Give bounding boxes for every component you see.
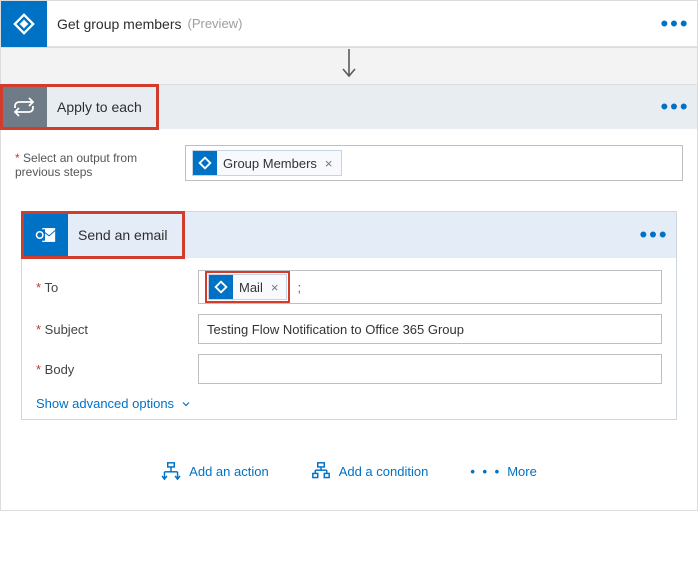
more-actions-button[interactable]: • • • More	[470, 464, 537, 479]
apply-to-each-title: Apply to each	[57, 99, 142, 115]
apply-to-each-header[interactable]: Apply to each •••	[1, 85, 697, 129]
select-output-input[interactable]: Group Members ×	[185, 145, 683, 181]
action-menu-button[interactable]: •••	[653, 11, 697, 37]
action-card-send-email: Send an email ••• * To	[21, 211, 677, 420]
token-mail[interactable]: Mail ×	[208, 274, 287, 300]
action-header[interactable]: Get group members (Preview) •••	[1, 1, 697, 47]
show-advanced-options-link[interactable]: Show advanced options	[36, 396, 192, 411]
apply-to-each-container: Apply to each ••• * Select an output fro…	[0, 84, 698, 511]
remove-token-icon[interactable]: ×	[323, 156, 335, 171]
ellipsis-icon: • • •	[470, 464, 501, 479]
send-email-title: Send an email	[78, 227, 168, 243]
to-input[interactable]: Mail × ;	[198, 270, 662, 304]
token-group-members[interactable]: Group Members ×	[192, 150, 342, 176]
action-title: Get group members	[57, 16, 182, 32]
outlook-icon	[22, 212, 68, 258]
azure-ad-icon	[1, 1, 47, 47]
chevron-down-icon	[180, 398, 192, 410]
loop-icon	[1, 84, 47, 130]
add-action-button[interactable]: Add an action	[161, 462, 269, 480]
body-input[interactable]	[198, 354, 662, 384]
send-email-menu-button[interactable]: •••	[632, 222, 676, 248]
apply-to-each-menu-button[interactable]: •••	[653, 94, 697, 120]
preview-label: (Preview)	[188, 16, 243, 31]
select-output-label: * Select an output from previous steps	[15, 145, 173, 179]
action-card-get-group-members: Get group members (Preview) •••	[0, 0, 698, 48]
to-label: * To	[36, 280, 186, 295]
add-action-icon	[161, 462, 181, 480]
remove-token-icon[interactable]: ×	[269, 280, 281, 295]
connector-arrow	[0, 48, 698, 84]
subject-input[interactable]: Testing Flow Notification to Office 365 …	[198, 314, 662, 344]
separator: ;	[294, 280, 301, 295]
add-condition-button[interactable]: Add a condition	[311, 462, 429, 480]
add-condition-icon	[311, 462, 331, 480]
body-label: * Body	[36, 362, 186, 377]
azure-ad-icon	[209, 275, 233, 299]
subject-label: * Subject	[36, 322, 186, 337]
send-email-header[interactable]: Send an email •••	[22, 212, 676, 258]
azure-ad-icon	[193, 151, 217, 175]
